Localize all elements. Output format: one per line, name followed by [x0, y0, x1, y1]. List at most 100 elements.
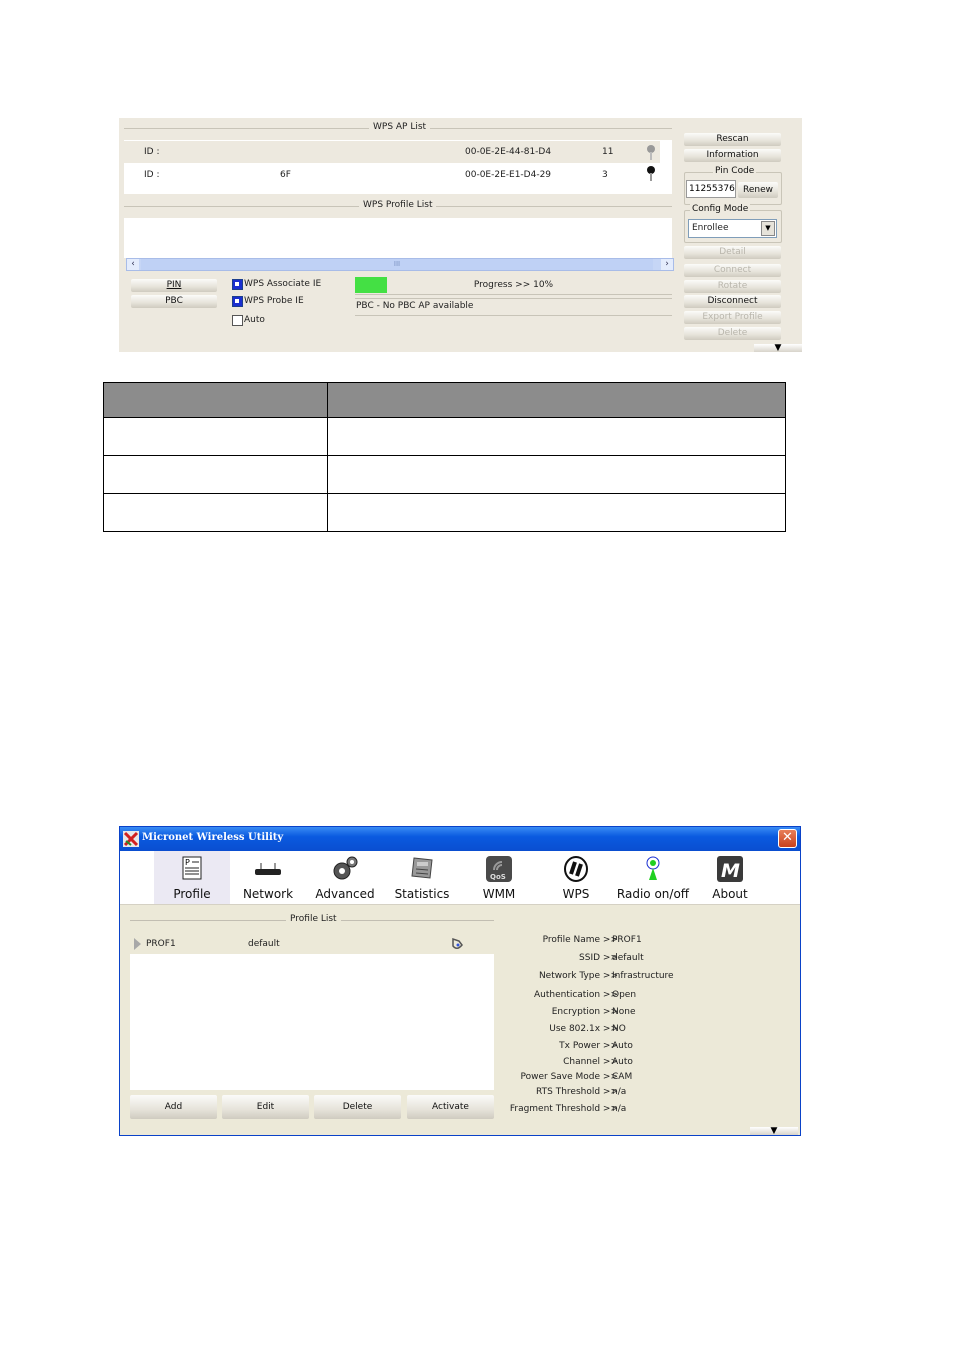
close-button[interactable]: ✕	[778, 829, 797, 848]
wps-probe-ie-checkbox[interactable]	[232, 296, 243, 307]
ap-row-selected[interactable]: ID : 00-0E-2E-44-81-D4 11	[124, 141, 660, 163]
delete-button[interactable]: Delete	[684, 327, 781, 340]
renew-button[interactable]: Renew	[738, 182, 778, 198]
pbc-button[interactable]: PBC	[131, 295, 217, 308]
activate-button[interactable]: Activate	[407, 1095, 494, 1119]
auto-checkbox[interactable]	[232, 315, 243, 326]
detail-label: Network Type >>	[538, 971, 618, 981]
network-icon	[255, 863, 281, 875]
ap-bssid: 00-0E-2E-44-81-D4	[465, 147, 552, 157]
profile-name: PROF1	[146, 939, 176, 949]
wps-ap-list[interactable]: ID : 00-0E-2E-44-81-D4 11 ID : 6F 00-0E-…	[124, 140, 672, 194]
tab-label: Profile	[173, 887, 211, 901]
wps-profile-list-title: WPS Profile List	[359, 200, 437, 210]
profile-row[interactable]: PROF1 default	[130, 933, 494, 954]
profile-ssid: default	[248, 939, 280, 949]
tab-profile[interactable]: P Profile	[154, 851, 230, 904]
wps-profile-list[interactable]	[124, 218, 672, 258]
key-icon	[647, 145, 655, 160]
wps-associate-ie-checkbox[interactable]	[232, 279, 243, 290]
progress-bar: Progress >> 10%	[355, 277, 672, 295]
tab-label: Statistics	[394, 887, 450, 901]
collapse-arrow-icon[interactable]: ▼	[750, 1127, 798, 1136]
table-cell	[327, 455, 786, 494]
detail-value: n/a	[612, 1104, 627, 1114]
tab-network[interactable]: Network	[230, 851, 306, 904]
tab-label: About	[712, 887, 748, 901]
detail-button[interactable]: Detail	[684, 246, 781, 259]
scroll-left-arrow-icon[interactable]: ‹	[127, 259, 139, 270]
tab-label: Advanced	[315, 887, 375, 901]
rotate-button[interactable]: Rotate	[684, 280, 781, 293]
detail-value: Auto	[612, 1057, 633, 1067]
table-cell	[103, 455, 328, 494]
scroll-thumb[interactable]: III	[141, 259, 653, 270]
rescan-button[interactable]: Rescan	[684, 133, 781, 146]
tab-wmm[interactable]: QoS WMM	[461, 851, 537, 904]
pin-button[interactable]: PIN	[131, 279, 217, 292]
status-text: PBC - No PBC AP available	[356, 301, 474, 311]
horizontal-scrollbar[interactable]: ‹ III ›	[126, 258, 674, 271]
app-logo-icon	[123, 831, 139, 847]
ap-id: ID :	[144, 147, 160, 157]
pin-code-field[interactable]: 11255376	[686, 180, 736, 198]
chevron-down-icon[interactable]: ▼	[761, 221, 775, 236]
detail-label: Authentication >>	[533, 990, 618, 1000]
svg-text:QoS: QoS	[490, 873, 506, 881]
detail-value: Infrastructure	[612, 971, 674, 981]
detail-label: Fragment Threshold >>	[509, 1104, 618, 1114]
detail-value: NO	[612, 1024, 626, 1034]
collapse-arrow-icon[interactable]: ▼	[754, 344, 802, 353]
information-button[interactable]: Information	[684, 149, 781, 162]
profile-list[interactable]: PROF1 default	[130, 933, 494, 1090]
infrastructure-icon	[452, 937, 463, 949]
connect-button[interactable]: Connect	[684, 264, 781, 277]
tab-wps[interactable]: WPS	[538, 851, 614, 904]
delete-button[interactable]: Delete	[314, 1095, 401, 1119]
table-row	[103, 455, 786, 494]
table-header-row	[103, 382, 786, 418]
detail-value: CAM	[612, 1072, 633, 1082]
table-cell	[327, 493, 786, 532]
description-table	[103, 382, 786, 532]
table-row	[103, 493, 786, 532]
key-icon	[647, 166, 655, 181]
wps-ap-list-title: WPS AP List	[369, 122, 431, 132]
tab-radio-on-off[interactable]: Radio on/off	[615, 851, 691, 904]
detail-value: Open	[612, 990, 637, 1000]
scroll-right-arrow-icon[interactable]: ›	[661, 259, 673, 270]
add-button[interactable]: Add	[130, 1095, 217, 1119]
detail-value: default	[612, 953, 644, 963]
detail-label: Encryption >>	[551, 1007, 618, 1017]
config-mode-select[interactable]: Enrollee ▼	[688, 219, 777, 238]
table-row	[103, 417, 786, 456]
ap-row[interactable]: ID : 6F 00-0E-2E-E1-D4-29 3	[124, 163, 660, 185]
table-header-cell	[327, 382, 786, 418]
title-bar[interactable]: Micronet Wireless Utility ✕	[120, 827, 800, 851]
table-cell	[327, 417, 786, 456]
row-pointer-icon	[134, 938, 141, 950]
detail-label: Tx Power >>	[559, 1041, 618, 1051]
tab-label: WMM	[482, 887, 516, 901]
tab-advanced[interactable]: Advanced	[307, 851, 383, 904]
detail-value: None	[612, 1007, 636, 1017]
wps-panel: WPS AP List ID : 00-0E-2E-44-81-D4 11 ID…	[119, 118, 802, 353]
status-box: PBC - No PBC AP available	[355, 298, 672, 316]
ap-bssid: 00-0E-2E-E1-D4-29	[465, 170, 552, 180]
tab-label: Radio on/off	[616, 887, 690, 901]
disconnect-button[interactable]: Disconnect	[684, 295, 781, 308]
export-profile-button[interactable]: Export Profile	[684, 311, 781, 324]
detail-value: n/a	[612, 1087, 627, 1097]
profile-icon: P	[182, 856, 202, 880]
detail-value: Auto	[612, 1041, 633, 1051]
edit-button[interactable]: Edit	[222, 1095, 309, 1119]
tab-statistics[interactable]: Statistics	[384, 851, 460, 904]
detail-label: Profile Name >>	[542, 935, 618, 945]
pin-code-title: Pin Code	[713, 166, 757, 176]
table-cell	[103, 493, 328, 532]
window-title: Micronet Wireless Utility	[142, 832, 284, 843]
tab-about[interactable]: M About	[692, 851, 768, 904]
qos-icon: QoS	[486, 856, 512, 882]
table-cell	[103, 417, 328, 456]
ap-id: ID :	[144, 170, 160, 180]
